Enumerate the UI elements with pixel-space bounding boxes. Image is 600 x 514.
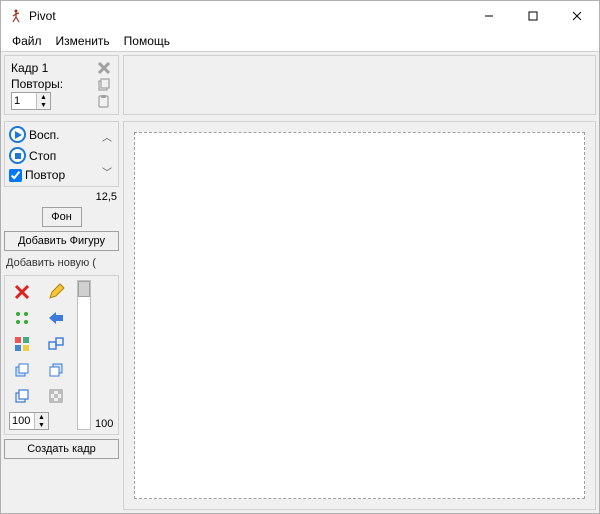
add-new-label: Добавить новую ( [4,255,119,271]
color-tool-icon[interactable] [11,334,33,354]
close-button[interactable] [555,2,599,30]
maximize-button[interactable] [511,2,555,30]
delete-frame-icon[interactable] [96,60,112,76]
menu-help[interactable]: Помощь [117,32,177,50]
play-icon [9,126,26,143]
timeline-panel [123,55,596,115]
loop-checkbox[interactable] [9,169,22,182]
paste-frame-icon[interactable] [96,93,112,109]
figure-tools-panel: ▲▼ 100 [4,275,119,435]
app-icon [9,9,23,23]
delete-tool-icon[interactable] [11,282,33,302]
scale-input[interactable] [10,415,34,427]
create-frame-button[interactable]: Создать кадр [4,439,119,459]
lower-tool-icon[interactable] [45,360,67,380]
titlebar: Pivot [1,1,599,31]
playback-panel: Восп. Стоп Повтор ︿ ﹀ [4,121,119,187]
minimize-button[interactable] [467,2,511,30]
background-button[interactable]: Фон [42,207,82,227]
copy-frame-icon[interactable] [96,76,112,92]
repeats-input[interactable] [12,95,36,107]
window-title: Pivot [29,9,467,23]
flip-tool-icon[interactable] [45,308,67,328]
loop-checkbox-row: Повтор [9,168,100,182]
menu-edit[interactable]: Изменить [49,32,117,50]
canvas[interactable] [134,132,585,499]
duplicate-tool-icon[interactable] [11,386,33,406]
repeats-up[interactable]: ▲ [37,93,50,101]
fps-down-icon[interactable]: ﹀ [102,164,112,179]
canvas-panel [123,121,596,510]
frame-title: Кадр 1 [11,61,48,75]
scale-up[interactable]: ▲ [35,413,48,421]
fps-value: 12,5 [4,191,119,203]
raise-tool-icon[interactable] [11,360,33,380]
opacity-tool-icon[interactable] [45,386,67,406]
scale-max-label: 100 [95,418,113,430]
edit-tool-icon[interactable] [45,282,67,302]
stop-icon [9,147,26,164]
scale-down[interactable]: ▼ [35,421,48,429]
add-figure-button[interactable]: Добавить Фигуру [4,231,119,251]
menu-file[interactable]: Файл [5,32,49,50]
repeats-stepper[interactable]: ▲▼ [11,92,51,110]
frame-panel: Кадр 1 Повторы: ▲▼ [4,55,119,115]
menu-bar: Файл Изменить Помощь [1,31,599,52]
stop-button[interactable]: Стоп [9,147,100,164]
join-tool-icon[interactable] [45,334,67,354]
scale-stepper[interactable]: ▲▼ [9,412,49,430]
repeats-label: Повторы: [11,77,63,91]
fps-up-icon[interactable]: ︿ [102,129,112,144]
repeats-down[interactable]: ▼ [37,101,50,109]
play-button[interactable]: Восп. [9,126,100,143]
loop-label: Повтор [25,168,65,182]
center-tool-icon[interactable] [11,308,33,328]
tools-scrollbar[interactable] [77,280,91,430]
